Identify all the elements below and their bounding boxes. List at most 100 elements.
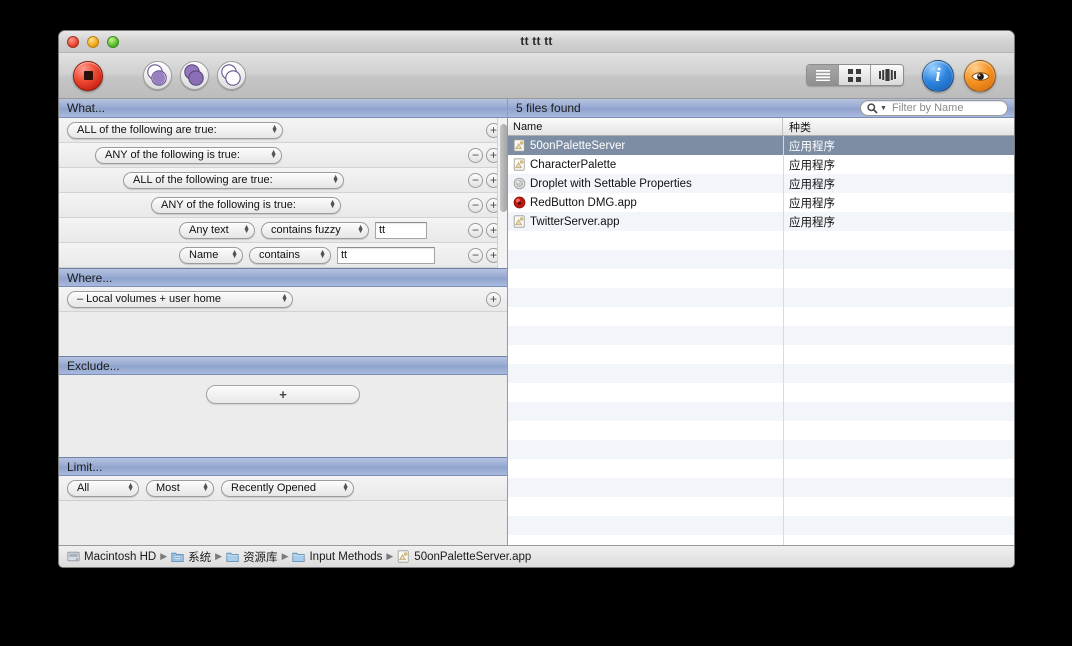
where-scope-popup[interactable]: – Local volumes + user home ▲ ▼ <box>67 290 293 308</box>
criteria-popup-2-0[interactable]: ALL of the following are true: ▲ ▼ <box>123 171 344 189</box>
empty-row <box>508 421 1014 440</box>
criteria-value-input-4[interactable]: tt <box>375 221 427 239</box>
table-row[interactable]: CharacterPalette 应用程序 <box>508 155 1014 174</box>
limit-rank-popup[interactable]: Most ▲ ▼ <box>146 479 214 497</box>
remove-criteria-button[interactable]: − <box>468 222 483 238</box>
what-scrollbar-thumb[interactable] <box>500 124 507 212</box>
remove-criteria-button[interactable]: − <box>468 147 483 163</box>
stepper-arrows-icon: ▲ ▼ <box>231 249 238 260</box>
limit-count-label: All <box>77 482 90 494</box>
stepper-arrows-icon: ▲ ▼ <box>281 293 288 304</box>
results-panel: 5 files found ▼ Filter by Name Name 种类 5… <box>508 99 1014 545</box>
exclude-add-button[interactable]: + <box>206 385 360 404</box>
applescript-icon <box>397 550 410 563</box>
column-header-kind[interactable]: 种类 <box>783 118 1014 135</box>
empty-row <box>508 250 1014 269</box>
limit-empty-area <box>59 501 507 545</box>
system-folder-icon <box>171 550 184 563</box>
criteria-row: ALL of the following are true: ▲ ▼ − + <box>59 168 507 193</box>
chevron-down-icon[interactable]: ▼ <box>880 105 887 112</box>
breadcrumb-label: 资源库 <box>243 551 278 564</box>
criteria-popup-1-0[interactable]: ANY of the following is true: ▲ ▼ <box>95 146 282 164</box>
criteria-popup-0-0[interactable]: ALL of the following are true: ▲ ▼ <box>67 121 283 139</box>
criteria-popup-4-1[interactable]: contains fuzzy ▲ ▼ <box>261 221 369 239</box>
stepper-arrows-icon: ▲ ▼ <box>332 174 339 185</box>
applescript-icon <box>513 139 526 152</box>
column-header-name[interactable]: Name <box>508 118 783 135</box>
where-row-buttons: + <box>486 291 501 307</box>
remove-criteria-button[interactable]: − <box>468 197 483 213</box>
file-kind: 应用程序 <box>789 216 835 229</box>
file-name: TwitterServer.app <box>530 215 620 228</box>
table-row[interactable]: TwitterServer.app 应用程序 <box>508 212 1014 231</box>
stepper-arrows-icon: ▲ ▼ <box>271 124 278 135</box>
where-empty-area <box>59 312 507 356</box>
limit-criterion-label: Recently Opened <box>231 482 316 494</box>
harddisk-icon <box>67 550 80 563</box>
criteria-value-input-5[interactable]: tt <box>337 246 435 264</box>
table-row[interactable]: RedButton DMG.app 应用程序 <box>508 193 1014 212</box>
search-window: tt tt tt i What... ALL of the following … <box>58 30 1015 568</box>
breadcrumb-item[interactable]: 系统 <box>171 549 211 565</box>
view-icon-button[interactable] <box>839 65 871 85</box>
limit-count-popup[interactable]: All ▲ ▼ <box>67 479 139 497</box>
file-name: 50onPaletteServer <box>530 139 626 152</box>
info-button[interactable]: i <box>922 60 954 92</box>
stepper-arrows-icon: ▲ ▼ <box>357 224 364 235</box>
info-letter: i <box>935 65 941 86</box>
section-header-what: What... <box>59 99 507 118</box>
where-add-button[interactable]: + <box>486 291 501 307</box>
section-header-where: Where... <box>59 268 507 287</box>
empty-row <box>508 459 1014 478</box>
criteria-popup-label: ANY of the following is true: <box>105 149 240 161</box>
criteria-popup-label: Name <box>189 249 219 261</box>
file-kind: 应用程序 <box>789 159 835 172</box>
view-list-button[interactable] <box>807 65 839 85</box>
table-row[interactable]: Droplet with Settable Properties 应用程序 <box>508 174 1014 193</box>
limit-criterion-popup[interactable]: Recently Opened ▲ ▼ <box>221 479 354 497</box>
stepper-arrows-icon: ▲ ▼ <box>270 149 277 160</box>
empty-row <box>508 288 1014 307</box>
set-operation-buttons <box>143 61 246 90</box>
criteria-row: ANY of the following is true: ▲ ▼ − + <box>59 143 507 168</box>
stepper-arrows-icon: ▲ ▼ <box>127 482 134 493</box>
stepper-arrows-icon: ▲ ▼ <box>202 482 209 493</box>
empty-row <box>508 269 1014 288</box>
empty-row <box>508 364 1014 383</box>
breadcrumb-separator-icon: ▶ <box>281 551 289 561</box>
criteria-popup-5-0[interactable]: Name ▲ ▼ <box>179 246 243 264</box>
breadcrumb-item[interactable]: Macintosh HD <box>67 550 156 563</box>
grid-icon <box>848 68 861 82</box>
breadcrumb-item[interactable]: 50onPaletteServer.app <box>397 550 531 563</box>
criteria-popup-label: contains fuzzy <box>271 224 341 236</box>
results-column-headers: Name 种类 <box>508 118 1014 136</box>
filter-search-field[interactable]: ▼ Filter by Name <box>860 100 1008 116</box>
folder-icon <box>226 550 239 563</box>
breadcrumb-item[interactable]: 资源库 <box>226 549 278 565</box>
empty-row <box>508 478 1014 497</box>
stepper-arrows-icon: ▲ ▼ <box>243 224 250 235</box>
criteria-popup-3-0[interactable]: ANY of the following is true: ▲ ▼ <box>151 196 341 214</box>
what-scrollbar[interactable] <box>497 118 507 268</box>
breadcrumb-item[interactable]: Input Methods <box>292 550 382 563</box>
view-mode-segmented-control[interactable] <box>806 64 904 86</box>
limit-row: All ▲ ▼ Most ▲ ▼ Recently Opened ▲ ▼ <box>59 476 507 501</box>
view-coverflow-button[interactable] <box>871 65 903 85</box>
criteria-row: Any text ▲ ▼ contains fuzzy ▲ ▼ tt − + <box>59 218 507 243</box>
criteria-popup-4-0[interactable]: Any text ▲ ▼ <box>179 221 255 239</box>
remove-criteria-button[interactable]: − <box>468 247 483 263</box>
criteria-popup-5-1[interactable]: contains ▲ ▼ <box>249 246 331 264</box>
stop-button[interactable] <box>73 60 103 91</box>
breadcrumb-label: 系统 <box>188 551 212 564</box>
empty-row <box>508 402 1014 421</box>
quicklook-button[interactable] <box>964 60 996 92</box>
section-header-limit: Limit... <box>59 457 507 476</box>
table-row[interactable]: 50onPaletteServer 应用程序 <box>508 136 1014 155</box>
venn-union-icon[interactable] <box>180 61 209 90</box>
venn-difference-icon[interactable] <box>217 61 246 90</box>
exclude-add-label: + <box>279 387 287 402</box>
window-titlebar: tt tt tt <box>59 31 1014 53</box>
remove-criteria-button[interactable]: − <box>468 172 483 188</box>
venn-intersect-icon[interactable] <box>143 61 172 90</box>
criteria-popup-label: ALL of the following are true: <box>133 174 273 186</box>
